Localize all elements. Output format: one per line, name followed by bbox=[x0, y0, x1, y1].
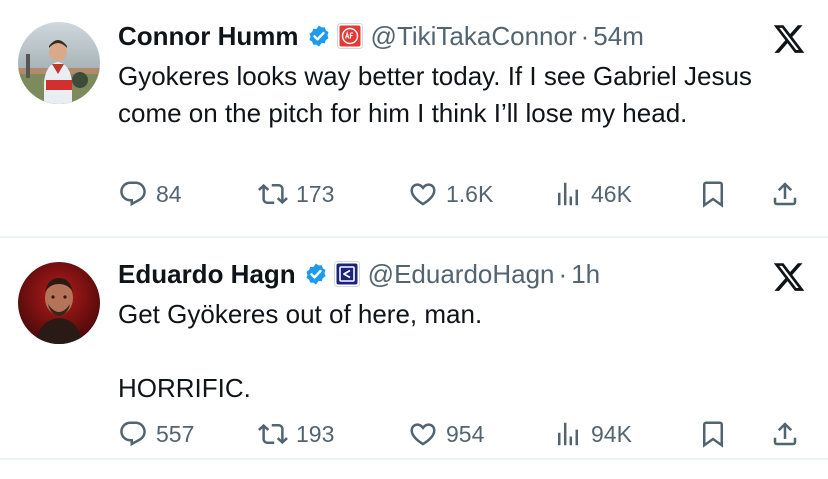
bookmark-icon bbox=[698, 419, 728, 449]
tweet[interactable]: Eduardo Hagn @EduardoHagn · 1h Get Gyöke… bbox=[0, 238, 828, 458]
views-chart-icon bbox=[553, 419, 583, 449]
views-chart-icon bbox=[553, 179, 583, 209]
tweet-text: Gyokeres looks way better today. If I se… bbox=[118, 58, 768, 132]
user-handle[interactable]: @TikiTakaConnor bbox=[371, 21, 577, 52]
retweet-icon bbox=[258, 179, 288, 209]
x-logo-icon[interactable] bbox=[772, 260, 806, 294]
action-bar: 84 173 1.6K 46K bbox=[0, 174, 828, 214]
timestamp[interactable]: 1h bbox=[571, 259, 600, 290]
blue-affiliate-badge-icon[interactable] bbox=[333, 261, 360, 287]
like-count: 1.6K bbox=[446, 180, 494, 207]
tweet-header: Eduardo Hagn @EduardoHagn · 1h bbox=[118, 256, 600, 292]
action-bar: 557 193 954 94K bbox=[0, 414, 828, 454]
reply-button[interactable]: 84 bbox=[118, 174, 182, 214]
retweet-button[interactable]: 193 bbox=[258, 414, 334, 454]
share-button[interactable] bbox=[770, 414, 800, 454]
like-button[interactable]: 1.6K bbox=[408, 174, 493, 214]
user-handle[interactable]: @EduardoHagn bbox=[368, 259, 555, 290]
reply-button[interactable]: 557 bbox=[118, 414, 194, 454]
bookmark-icon bbox=[698, 179, 728, 209]
display-name[interactable]: Eduardo Hagn bbox=[118, 259, 296, 290]
avatar[interactable] bbox=[18, 22, 100, 104]
tweet-text-line: Gyokeres looks way better today. If I se… bbox=[118, 61, 752, 128]
aftv-badge-icon[interactable] bbox=[336, 23, 363, 49]
share-icon bbox=[770, 419, 800, 449]
bookmark-button[interactable] bbox=[698, 414, 728, 454]
share-icon bbox=[770, 179, 800, 209]
reply-icon bbox=[118, 419, 148, 449]
bookmark-button[interactable] bbox=[698, 174, 728, 214]
heart-icon bbox=[408, 179, 438, 209]
reply-count: 84 bbox=[156, 180, 182, 207]
tweet-text: Get Gyökeres out of here, man. HORRIFIC. bbox=[118, 296, 768, 407]
display-name[interactable]: Connor Humm bbox=[118, 21, 299, 52]
tweet-divider bbox=[0, 458, 828, 460]
retweet-icon bbox=[258, 419, 288, 449]
retweet-count: 173 bbox=[296, 180, 335, 207]
tweet-text-line: Get Gyökeres out of here, man. bbox=[118, 299, 483, 329]
views-button[interactable]: 46K bbox=[553, 174, 632, 214]
verified-badge-icon[interactable] bbox=[307, 24, 331, 48]
tweet-text-line: HORRIFIC. bbox=[118, 373, 251, 403]
retweet-count: 193 bbox=[296, 420, 335, 447]
reply-icon bbox=[118, 179, 148, 209]
views-button[interactable]: 94K bbox=[553, 414, 632, 454]
x-logo-icon[interactable] bbox=[772, 22, 806, 56]
tweet-header: Connor Humm @TikiTakaConnor · 54m bbox=[118, 18, 644, 54]
avatar[interactable] bbox=[18, 262, 100, 344]
views-count: 46K bbox=[591, 180, 632, 207]
views-count: 94K bbox=[591, 420, 632, 447]
tweet[interactable]: Connor Humm @TikiTakaConnor · 54m Gyoker… bbox=[0, 0, 828, 236]
tweet-text-line bbox=[118, 333, 768, 370]
share-button[interactable] bbox=[770, 174, 800, 214]
like-button[interactable]: 954 bbox=[408, 414, 484, 454]
heart-icon bbox=[408, 419, 438, 449]
retweet-button[interactable]: 173 bbox=[258, 174, 334, 214]
separator-dot: · bbox=[558, 258, 568, 289]
reply-count: 557 bbox=[156, 420, 195, 447]
separator-dot: · bbox=[580, 20, 590, 51]
like-count: 954 bbox=[446, 420, 485, 447]
timestamp[interactable]: 54m bbox=[593, 21, 644, 52]
verified-badge-icon[interactable] bbox=[304, 262, 328, 286]
